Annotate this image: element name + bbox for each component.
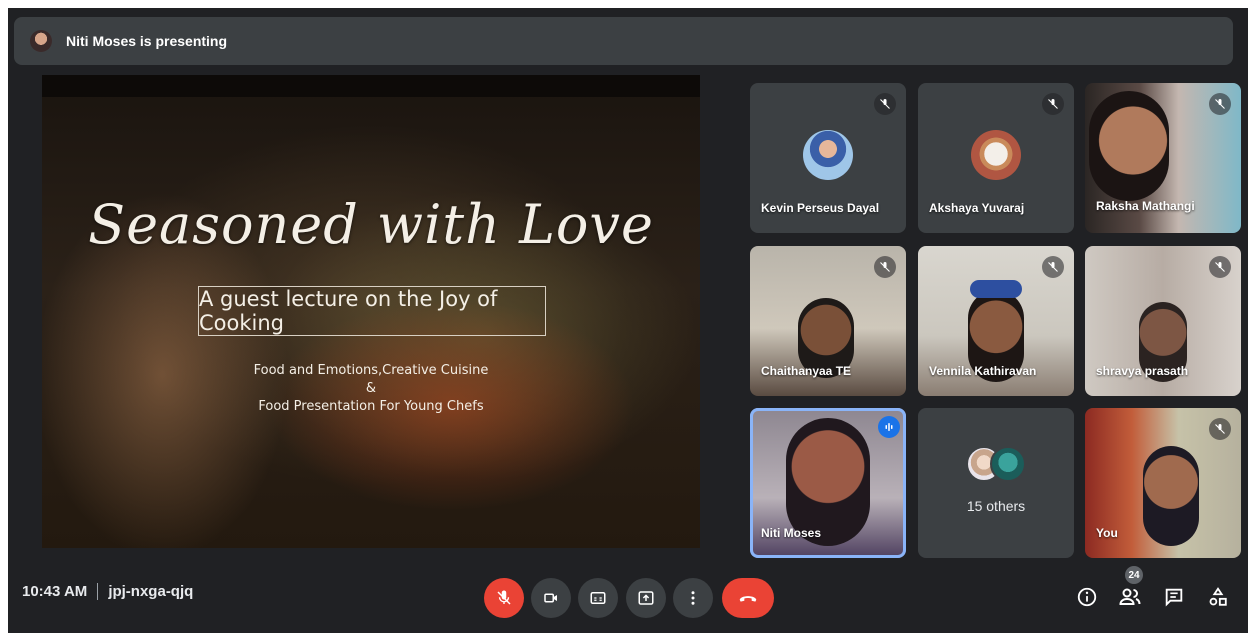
mic-off-icon [874, 256, 896, 278]
participant-tile-active-speaker[interactable]: Niti Moses [750, 408, 906, 558]
more-icon [691, 591, 695, 605]
mic-off-icon [1209, 256, 1231, 278]
end-call-icon [739, 596, 757, 602]
participant-tile[interactable]: Akshaya Yuvaraj [918, 83, 1074, 233]
mic-off-icon [1209, 93, 1231, 115]
slide-line-1: Food and Emotions,Creative Cuisine [253, 363, 489, 378]
mic-off-icon [1042, 93, 1064, 115]
people-button[interactable] [1116, 582, 1144, 612]
activities-button[interactable] [1204, 582, 1232, 612]
presenting-banner: Niti Moses is presenting [14, 17, 1233, 65]
slide-top-letterbox [42, 75, 700, 97]
info-icon [1077, 587, 1097, 607]
speaking-indicator-icon [878, 416, 900, 438]
participant-tile[interactable]: shravya prasath [1085, 246, 1241, 396]
present-screen-button[interactable] [626, 578, 666, 618]
slide-subtitle: A guest lecture on the Joy of Cooking [199, 287, 498, 335]
meeting-details-button[interactable] [1073, 582, 1101, 612]
presenter-avatar [30, 30, 52, 52]
people-count-badge: 24 [1125, 566, 1143, 584]
participant-tile[interactable]: Raksha Mathangi [1085, 83, 1241, 233]
microphone-toggle-button[interactable] [484, 578, 524, 618]
participant-video [1143, 446, 1199, 546]
participant-name: You [1096, 526, 1118, 540]
participant-name: Raksha Mathangi [1096, 199, 1195, 213]
meeting-details: 10:43 AM jpj-nxga-qjq [22, 583, 193, 600]
captions-icon [590, 592, 606, 604]
participant-tile[interactable]: Kevin Perseus Dayal [750, 83, 906, 233]
participant-tile[interactable]: You [1085, 408, 1241, 558]
participant-tile[interactable]: Vennila Kathiravan [918, 246, 1074, 396]
meeting-time: 10:43 AM [22, 583, 88, 600]
slide-line-2: & [365, 381, 377, 396]
present-icon [638, 591, 654, 605]
chat-icon [1165, 588, 1183, 607]
people-icon [1119, 588, 1141, 605]
participant-tile[interactable]: Chaithanyaa TE [750, 246, 906, 396]
mic-off-icon [1042, 256, 1064, 278]
camera-icon [544, 593, 557, 603]
captions-button[interactable] [578, 578, 618, 618]
mic-off-icon [874, 93, 896, 115]
participant-name: Niti Moses [761, 526, 822, 540]
participant-name: Akshaya Yuvaraj [929, 201, 1025, 215]
headband [970, 280, 1022, 298]
participant-name: Kevin Perseus Dayal [761, 201, 880, 215]
participant-name: Chaithanyaa TE [761, 364, 852, 378]
slide-line-3: Food Presentation For Young Chefs [258, 399, 484, 414]
participant-avatar [971, 130, 1021, 180]
slide-subtitle-box: A guest lecture on the Joy of Cooking [198, 286, 546, 336]
participant-name: shravya prasath [1096, 364, 1189, 378]
activities-icon [1209, 587, 1227, 606]
meeting-code: jpj-nxga-qjq [108, 583, 194, 600]
presentation-slide: Seasoned with Love A guest lecture on th… [42, 75, 700, 548]
more-options-button[interactable] [673, 578, 713, 618]
participant-avatar [990, 446, 1026, 482]
separator [97, 583, 99, 600]
others-count: 15 others [966, 498, 1026, 514]
camera-toggle-button[interactable] [531, 578, 571, 618]
leave-call-button[interactable] [722, 578, 774, 618]
others-tile[interactable]: 15 others [918, 408, 1074, 558]
chat-button[interactable] [1160, 582, 1188, 612]
mic-off-icon [497, 590, 511, 605]
participant-avatar [803, 130, 853, 180]
mic-off-icon [1209, 418, 1231, 440]
others-avatars [966, 446, 1026, 482]
participant-video [1089, 91, 1169, 201]
participant-name: Vennila Kathiravan [929, 364, 1037, 378]
presenting-text: Niti Moses is presenting [66, 33, 228, 49]
slide-title: Seasoned with Love [88, 193, 654, 256]
